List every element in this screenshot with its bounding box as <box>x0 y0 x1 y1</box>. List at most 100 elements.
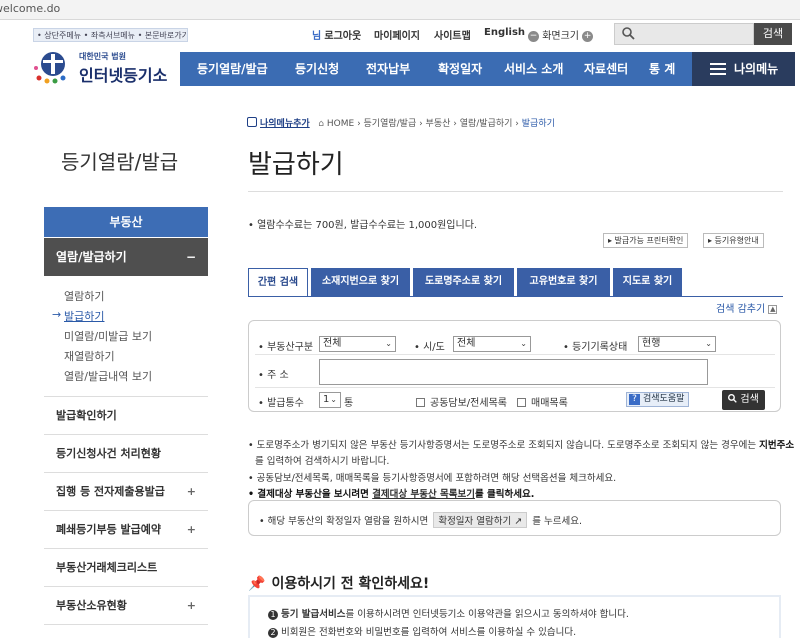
notice-payment: • 결제대상 부동산을 보시려면 결제대상 부동산 목록보기를 클릭하세요. <box>248 486 534 500</box>
sidebar-sub-history[interactable]: 열람/발급내역 보기 <box>64 368 152 384</box>
before-use-line: 1 등기 발급서비스를 이용하시려면 인터넷등기소 이용약관을 읽으시고 동의하셔… <box>268 606 629 620</box>
tab-unique-number[interactable]: 고유번호로 찾기 <box>517 268 610 296</box>
zoom-out-icon[interactable]: − <box>528 30 539 42</box>
gnb-item-fixed-date[interactable]: 확정일자 <box>438 52 482 86</box>
sidebar-sub-issue[interactable]: → 발급하기 <box>52 308 105 324</box>
sidebar-item-e-submission[interactable]: 집행 등 전자제출용발급 + <box>44 473 208 511</box>
notice-emphasis: • 결제대상 부동산을 보시려면 <box>248 489 373 500</box>
sidebar-item-ownership[interactable]: 부동산소유현황 + <box>44 587 208 625</box>
number-badge-icon: 1 <box>268 610 278 620</box>
fixed-date-info-box: • 해당 부동산의 확정일자 열람을 원하시면 확정일자 열람하기 ↗ 를 누르… <box>248 500 781 536</box>
breadcrumb-current: 발급하기 <box>521 119 555 129</box>
sidebar-sub-review[interactable]: 재열람하기 <box>64 348 115 364</box>
tab-simple-search[interactable]: 간편 검색 <box>248 268 308 297</box>
property-type-select[interactable]: 전체 ⌄ <box>319 336 396 352</box>
joint-collateral-option[interactable]: 공동담보/전세목록 <box>416 394 507 409</box>
copies-label: • 발급통수 <box>258 398 304 409</box>
record-status-select[interactable]: 현행 ⌄ <box>638 336 716 352</box>
search-icon <box>622 27 635 43</box>
form-row-divider <box>255 387 775 388</box>
mypage-label: 마이페이지 <box>374 31 420 42</box>
address-input[interactable] <box>319 359 708 385</box>
before-use-text: 를 이용하시려면 인터넷등기소 이용약관을 읽으시고 동의하셔야 합니다. <box>345 609 629 620</box>
logout-link[interactable]: 님 로그아웃 <box>312 27 361 42</box>
sales-list-label: 매매목록 <box>531 398 568 409</box>
sidebar-item-label: 부동산거래체크리스트 <box>56 561 158 574</box>
printer-check-button[interactable]: ▸ 발급가능 프린터확인 <box>603 233 689 248</box>
notice-text: • 도로명주소가 병기되지 않은 부동산 등기사항증명서는 도로명주소로 조회되… <box>248 440 760 451</box>
sidebar-title: 등기열람/발급 <box>61 150 179 174</box>
search-icon <box>728 394 740 405</box>
gnb-item-registration[interactable]: 등기신청 <box>295 52 339 86</box>
collapse-search-link[interactable]: 검색 감추기 ▲ <box>716 300 778 315</box>
sitemap-link[interactable]: 사이트맵 <box>434 27 471 42</box>
skip-links[interactable]: • 상단주메뉴 • 좌측서브메뉴 • 본문바로가기 <box>33 28 188 42</box>
breadcrumb-path[interactable]: › 등기열람/발급 › 부동산 › 열람/발급하기 › <box>357 119 519 129</box>
gnb-item-service-intro[interactable]: 서비스 소개 <box>504 52 563 86</box>
zoom-in-icon[interactable]: + <box>582 30 594 42</box>
before-use-line: 2 비회원은 전화번호와 비밀번호를 입력하여 서비스를 이용하실 수 있습니다. <box>268 624 576 638</box>
sidebar-item-label: 부동산소유현황 <box>56 599 127 612</box>
sitemap-label: 사이트맵 <box>434 31 471 42</box>
sidebar-sub-issue-label: 발급하기 <box>64 310 105 323</box>
joint-collateral-checkbox[interactable] <box>416 398 425 407</box>
sidebar-item-checklist[interactable]: 부동산거래체크리스트 <box>44 549 208 587</box>
chevron-down-icon: ⌄ <box>385 339 392 348</box>
tab-lot-number[interactable]: 소재지번으로 찾기 <box>311 268 410 296</box>
sales-list-option[interactable]: 매매목록 <box>517 394 568 409</box>
payment-list-link[interactable]: 결제대상 부동산 목록보기 <box>372 489 475 500</box>
info-text: 를 누르세요. <box>532 516 583 527</box>
gnb-item-statistics[interactable]: 통 계 <box>649 52 675 86</box>
chevron-down-icon: ⌄ <box>520 339 527 348</box>
sidebar-item-view-issue[interactable]: 열람/발급하기 − <box>44 238 208 276</box>
main-navigation: 등기열람/발급 등기신청 전자납부 확정일자 서비스 소개 자료센터 통 계 <box>180 52 692 86</box>
chevron-up-icon: ▲ <box>768 304 778 314</box>
gnb-item-resources[interactable]: 자료센터 <box>584 52 628 86</box>
sidebar-item-issue-check[interactable]: 발급확인하기 <box>44 397 208 435</box>
sidebar-sub-unviewed[interactable]: 미열람/미발급 보기 <box>64 328 152 344</box>
browser-title-text: welcome.do <box>0 2 61 15</box>
arrow-right-icon: → <box>52 308 62 321</box>
before-use-title: 📌 이용하시기 전 확인하세요! <box>248 573 429 593</box>
form-row-divider <box>255 354 775 355</box>
site-search-button[interactable]: 검색 <box>754 23 792 45</box>
tab-road-address[interactable]: 도로명주소로 찾기 <box>413 268 514 296</box>
city-select[interactable]: 전체 ⌄ <box>453 336 531 352</box>
before-use-title-text: 이용하시기 전 확인하세요! <box>271 576 430 592</box>
hamburger-icon <box>710 63 726 75</box>
my-menu-label: 나의메뉴 <box>734 62 779 76</box>
collapse-search-label: 검색 감추기 <box>716 304 766 315</box>
gnb-item-e-payment[interactable]: 전자납부 <box>366 52 410 86</box>
my-menu-button[interactable]: 나의메뉴 <box>692 52 795 86</box>
fixed-date-view-button[interactable]: 확정일자 열람하기 ↗ <box>433 512 528 528</box>
collapse-icon: − <box>185 250 196 264</box>
copies-select[interactable]: 1 ⌄ <box>319 392 341 408</box>
sales-list-checkbox[interactable] <box>517 398 526 407</box>
english-link[interactable]: English <box>484 27 525 38</box>
expand-icon: + <box>186 599 196 612</box>
page-title: 발급하기 <box>248 150 344 180</box>
search-button[interactable]: 검색 <box>722 390 765 410</box>
search-help-button[interactable]: ? 검색도움말 <box>626 392 690 407</box>
add-my-menu-link[interactable]: 나의메뉴추가 <box>260 119 310 129</box>
sidebar-item-case-status[interactable]: 등기신청사건 처리현황 <box>44 435 208 473</box>
search-button-label: 검색 <box>740 394 759 405</box>
gnb-item-view-issue[interactable]: 등기열람/발급 <box>197 52 268 86</box>
before-use-text: 비회원은 전화번호와 비밀번호를 입력하여 서비스를 이용하실 수 있습니다. <box>281 627 577 638</box>
site-logo[interactable]: 대한민국 법원 인터넷등기소 <box>33 48 173 88</box>
record-status-label: • 등기기록상태 <box>563 342 628 353</box>
logo-subtitle: 대한민국 법원 <box>79 52 126 61</box>
registry-type-guide-button[interactable]: ▸ 등기유형안내 <box>703 233 764 248</box>
browser-title-strip: welcome.do <box>0 0 800 20</box>
sidebar-sub-view[interactable]: 열람하기 <box>64 288 104 304</box>
site-search-input[interactable] <box>614 23 754 45</box>
search-help-label: 검색도움말 <box>643 394 685 404</box>
breadcrumb-home[interactable]: HOME <box>327 119 354 129</box>
mypage-link[interactable]: 마이페이지 <box>374 27 420 42</box>
title-divider <box>248 191 783 192</box>
tab-map[interactable]: 지도로 찾기 <box>613 268 682 296</box>
sidebar-category-real-estate[interactable]: 부동산 <box>44 207 208 237</box>
expand-icon: + <box>186 523 196 536</box>
number-badge-icon: 2 <box>268 628 278 638</box>
sidebar-item-closed-reservation[interactable]: 폐쇄등기부등 발급예약 + <box>44 511 208 549</box>
